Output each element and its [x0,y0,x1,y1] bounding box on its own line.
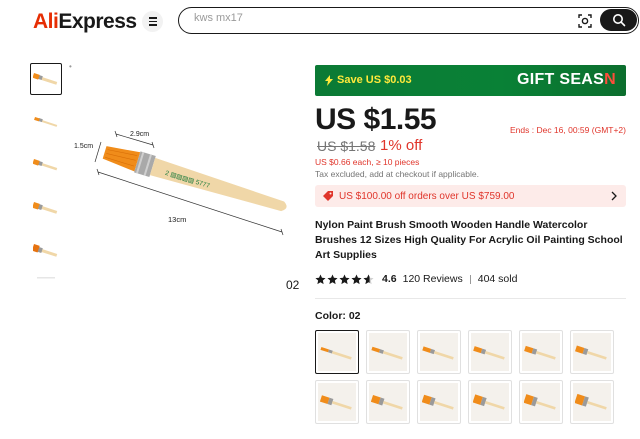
swatch-brush-image [471,383,509,421]
search-icon [612,14,625,27]
promo-save-text: Save US $0.03 [337,74,412,86]
star-rating[interactable] [315,273,374,285]
swatch-brush-image [318,383,356,421]
swatch-brush-image [369,333,407,371]
current-price: US $1.55 [315,103,437,136]
color-swatch[interactable] [570,330,614,374]
swatch-brush-image [318,333,356,371]
swatch-brush-image [573,383,611,421]
swatch-brush-image [420,383,458,421]
dim-width-label: 2.9cm [130,131,149,138]
selected-color: 02 [348,310,361,322]
thumbnail-6[interactable] [30,275,62,295]
thumbnail-1[interactable] [30,63,62,95]
image-caption: 02 [286,278,300,292]
chevron-right-icon [611,191,617,201]
color-swatch[interactable] [417,380,461,424]
color-swatch[interactable] [366,330,410,374]
discount-badge: 1% off [380,137,423,154]
original-price: US $1.58 [317,138,376,154]
star-half-icon [363,273,374,284]
swatch-brush-image [471,333,509,371]
color-swatch[interactable] [570,380,614,424]
aliexpress-logo[interactable]: AliExpress [33,10,137,34]
search-button[interactable] [600,9,637,31]
star-icon [327,273,338,284]
color-label: Color: 02 [315,310,361,322]
dim-height-label: 1.5cm [74,143,93,150]
swatch-brush-image [522,333,560,371]
reviews-link[interactable]: 120 Reviews [403,273,463,285]
thumbnail-2[interactable] [30,106,62,138]
color-swatch[interactable] [519,380,563,424]
promo-save: Save US $0.03 [325,74,412,86]
coupon-bar[interactable]: US $100.00 off orders over US $759.00 [315,185,626,207]
search-input[interactable]: kws mx17 [194,12,243,24]
bulk-price: US $0.66 each, ≥ 10 pieces [315,157,420,167]
lightning-icon [325,74,333,86]
color-swatch[interactable] [315,380,359,424]
sale-ends: Ends : Dec 16, 00:59 (GMT+2) [510,125,626,135]
rating-value: 4.6 [382,273,397,285]
swatch-brush-image [573,333,611,371]
divider [315,298,626,299]
swatch-brush-image [420,333,458,371]
camera-search-icon[interactable] [577,13,593,29]
site-header: AliExpress kws mx17 [0,0,640,42]
color-swatch[interactable] [315,330,359,374]
sold-count: 404 sold [477,273,518,285]
star-icon [351,273,362,284]
star-icon [315,273,326,284]
rating-row: 4.6 120 Reviews 404 sold [315,272,517,286]
color-swatch[interactable] [468,330,512,374]
main-product-image[interactable]: 2.9cm 1.5cm 13cm 2 ▨▨▨▨ 5777 [68,110,308,240]
promo-banner[interactable]: Save US $0.03 GIFT SEASN [315,65,626,96]
separator [469,274,471,284]
thumbnail-3[interactable] [30,149,62,181]
star-icon [339,273,350,284]
product-title: Nylon Paint Brush Smooth Wooden Handle W… [315,219,623,261]
tax-note: Tax excluded, add at checkout if applica… [315,169,479,179]
promo-title: GIFT SEASN [516,71,616,88]
color-swatch[interactable] [468,380,512,424]
swatch-brush-image [522,383,560,421]
color-swatch[interactable] [417,330,461,374]
swatch-brush-image [369,383,407,421]
color-swatch[interactable] [366,380,410,424]
thumbnail-5[interactable] [30,235,62,267]
dim-length-label: 13cm [168,215,186,224]
tag-icon [323,191,333,201]
coupon-text: US $100.00 off orders over US $759.00 [339,191,515,202]
color-swatch[interactable] [519,330,563,374]
gallery-marker: • [69,62,72,71]
search-bar: kws mx17 [178,7,639,34]
thumbnail-4[interactable] [30,192,62,224]
menu-button[interactable] [142,11,163,32]
